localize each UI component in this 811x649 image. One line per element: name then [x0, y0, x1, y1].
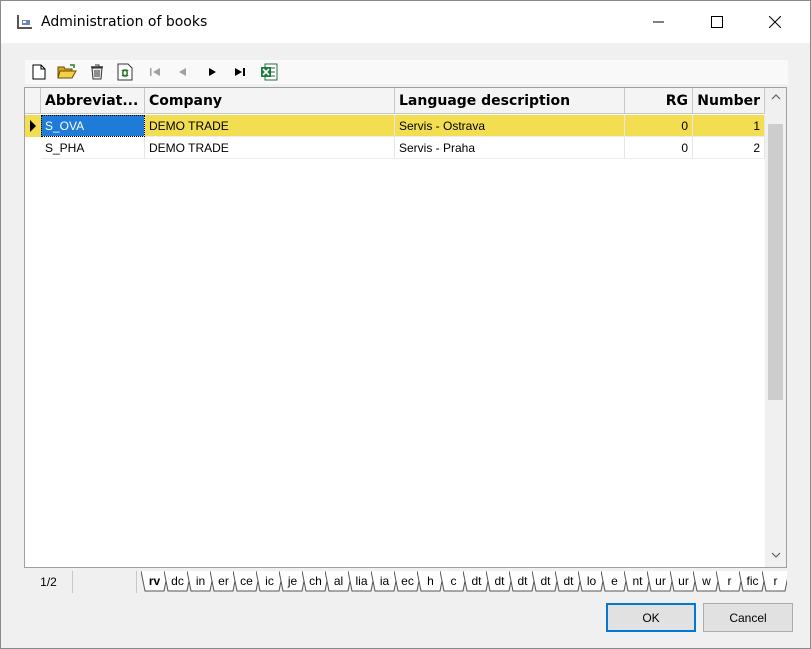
- cancel-button[interactable]: Cancel: [703, 603, 793, 632]
- sheet-tab-label: ec: [401, 574, 414, 588]
- sheet-tab-label: ia: [379, 574, 390, 588]
- sheet-tab-label: ur: [655, 574, 666, 588]
- sheet-tab-label: ch: [309, 574, 322, 588]
- chevron-up-icon: [771, 94, 780, 100]
- close-icon: [769, 16, 781, 28]
- new-document-icon: [32, 64, 46, 80]
- cell-abbreviation[interactable]: S_PHA: [41, 137, 145, 159]
- last-icon: [235, 68, 245, 76]
- sheet-tab-label: r: [727, 574, 732, 588]
- sheet-tab-label: e: [611, 574, 618, 588]
- books-grid[interactable]: Abbreviat... Company Language descriptio…: [24, 87, 787, 568]
- sheet-tab-label: er: [218, 574, 229, 588]
- sheet-tab-label: lo: [586, 574, 597, 588]
- cell-abbreviation[interactable]: S_OVA: [41, 115, 145, 137]
- cell-rg[interactable]: 0: [625, 115, 693, 137]
- sheet-tab-label: lia: [355, 574, 368, 588]
- sheet-tab-strip[interactable]: rv dc in er ce ic je ch al lia ia ec h c dt dt dt dt dt lo e…: [141, 571, 787, 593]
- refresh-icon: [117, 63, 133, 81]
- sheet-tab-label: dt: [563, 574, 574, 588]
- delete-button[interactable]: [87, 62, 107, 82]
- sheet-tab-label: ur: [678, 574, 689, 588]
- vertical-scrollbar[interactable]: [765, 88, 786, 567]
- title-bar: Administration of books: [1, 1, 810, 43]
- column-header-rg[interactable]: RG: [625, 88, 693, 113]
- row-indicator: [25, 137, 41, 159]
- cell-number[interactable]: 2: [693, 137, 765, 159]
- column-header-company[interactable]: Company: [145, 88, 395, 113]
- refresh-button[interactable]: [115, 62, 135, 82]
- toolbar: [25, 60, 788, 84]
- sheet-tab-label: ic: [265, 574, 274, 588]
- app-icon: [16, 14, 33, 30]
- new-record-button[interactable]: [29, 62, 49, 82]
- maximize-button[interactable]: [688, 1, 746, 43]
- export-excel-button[interactable]: [259, 62, 279, 82]
- first-record-button[interactable]: [145, 62, 165, 82]
- sheet-tab-label: dt: [540, 574, 551, 588]
- sheet-tab-label: w: [702, 574, 711, 588]
- chevron-down-icon: [771, 552, 780, 558]
- cell-rg[interactable]: 0: [625, 137, 693, 159]
- sheet-tab-label: h: [427, 574, 434, 588]
- prior-record-button[interactable]: [172, 62, 192, 82]
- sheet-tab-label: c: [450, 574, 457, 588]
- cell-company[interactable]: DEMO TRADE: [145, 115, 395, 137]
- scroll-up-button[interactable]: [765, 88, 786, 106]
- sheet-tab-label: fic: [746, 574, 759, 588]
- sheet-tab-label: dt: [471, 574, 482, 588]
- column-header-language[interactable]: Language description: [395, 88, 625, 113]
- scroll-down-button[interactable]: [765, 546, 786, 564]
- cell-language[interactable]: Servis - Praha: [395, 137, 625, 159]
- close-button[interactable]: [746, 1, 804, 43]
- current-row-indicator-icon: [25, 115, 41, 137]
- next-icon: [209, 68, 216, 76]
- cell-language[interactable]: Servis - Ostrava: [395, 115, 625, 137]
- cell-number[interactable]: 1: [693, 115, 765, 137]
- column-header-number[interactable]: Number: [693, 88, 765, 113]
- sheet-tab-label: r: [773, 574, 778, 588]
- scroll-thumb[interactable]: [768, 124, 783, 400]
- status-bar: 1/2 rv dc in er ce ic je ch al lia ia ec h c dt dt dt dt d…: [25, 571, 787, 593]
- ok-button[interactable]: OK: [606, 603, 696, 632]
- sheet-tab-label: dc: [171, 574, 184, 588]
- first-icon: [150, 68, 160, 76]
- table-row[interactable]: S_OVA DEMO TRADE Servis - Ostrava 0 1: [25, 115, 765, 137]
- sheet-tab[interactable]: r: [762, 571, 787, 592]
- sheet-tab-label: dt: [517, 574, 528, 588]
- sheet-tab-label: je: [287, 574, 298, 588]
- excel-icon: [261, 63, 278, 81]
- maximize-icon: [711, 16, 723, 28]
- open-folder-icon: [57, 64, 77, 79]
- sheet-tab-label: dt: [494, 574, 505, 588]
- sheet-tab-label: in: [195, 574, 206, 588]
- prior-icon: [179, 68, 186, 76]
- record-counter: 1/2: [25, 571, 73, 593]
- status-panel: [73, 571, 137, 593]
- sheet-tab-label: nt: [632, 574, 643, 588]
- table-row[interactable]: S_PHA DEMO TRADE Servis - Praha 0 2: [25, 137, 765, 159]
- dialog-window: Administration of books Abbreviat... Com…: [0, 0, 811, 649]
- window-title: Administration of books: [41, 14, 208, 30]
- next-record-button[interactable]: [203, 62, 223, 82]
- sheet-tab-label: rv: [148, 574, 161, 588]
- minimize-icon: [653, 21, 664, 23]
- row-indicator-header: [25, 88, 41, 114]
- cell-company[interactable]: DEMO TRADE: [145, 137, 395, 159]
- last-record-button[interactable]: [231, 62, 251, 82]
- grid-header: Abbreviat... Company Language descriptio…: [25, 88, 765, 114]
- trash-icon: [91, 64, 103, 80]
- sheet-tab-label: ce: [240, 574, 253, 588]
- column-header-abbreviation[interactable]: Abbreviat...: [41, 88, 145, 113]
- open-button[interactable]: [57, 62, 77, 82]
- sheet-tab-label: al: [333, 574, 344, 588]
- minimize-button[interactable]: [630, 1, 688, 43]
